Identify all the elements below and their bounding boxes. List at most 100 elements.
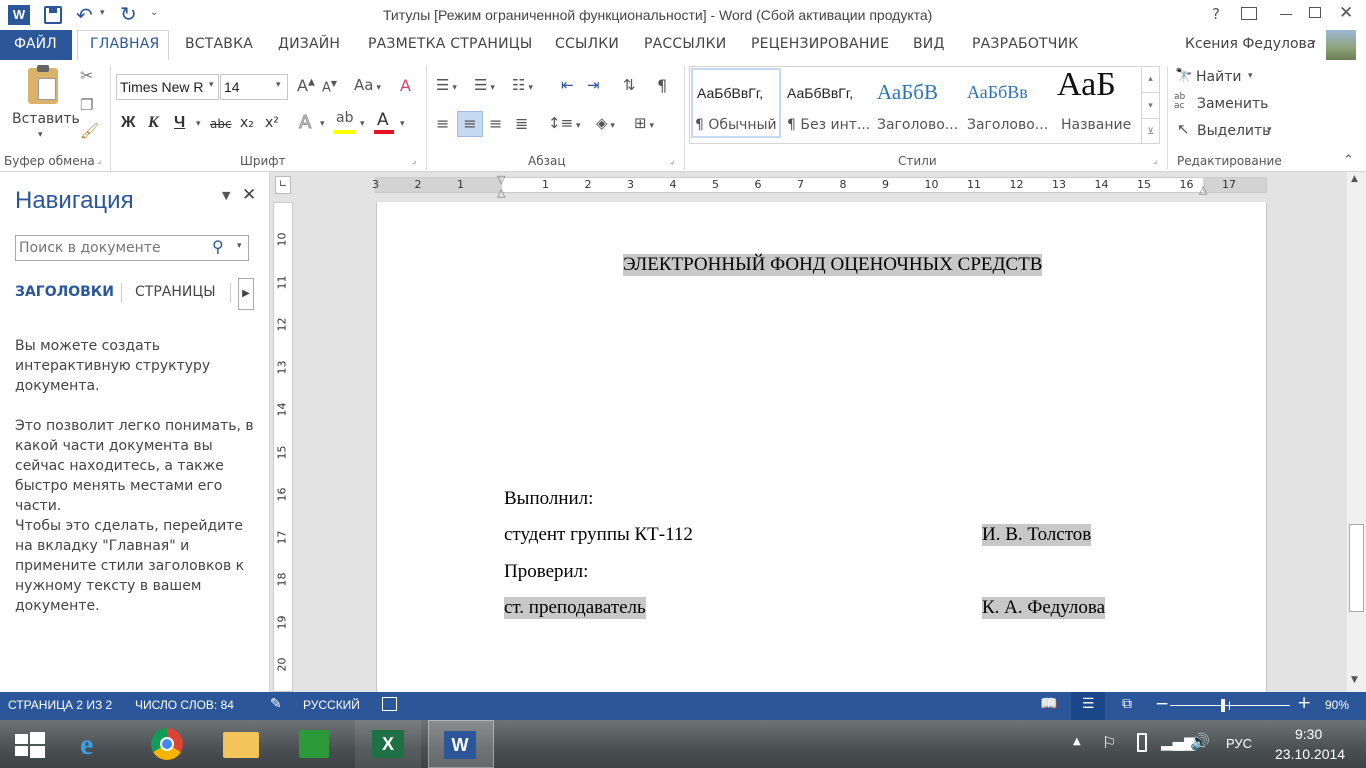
select-button[interactable]: Выделить <box>1197 123 1270 139</box>
zoom-level[interactable]: 90% <box>1325 698 1349 712</box>
sort-icon[interactable]: ⇅ <box>623 76 636 94</box>
tab-home[interactable]: ГЛАВНАЯ <box>90 36 159 52</box>
taskbar-store[interactable] <box>282 720 348 768</box>
clock-time[interactable]: 9:30 <box>1295 726 1322 742</box>
highlight-dropdown-icon[interactable]: ▾ <box>360 119 365 129</box>
redo-icon[interactable]: ↻ <box>120 2 137 26</box>
line-spacing-icon[interactable]: ↕≡ ▾ <box>548 114 581 132</box>
find-dropdown-icon[interactable]: ▾ <box>1248 71 1253 81</box>
replace-icon[interactable]: ab ac <box>1174 93 1185 111</box>
change-case-icon[interactable]: Aa ▾ <box>354 76 381 94</box>
styles-scroll-down-icon[interactable]: ▾ <box>1141 92 1159 118</box>
restore-icon[interactable] <box>1309 7 1321 18</box>
battery-icon[interactable] <box>1137 733 1147 752</box>
find-button[interactable]: Найти <box>1196 69 1241 85</box>
scroll-thumb[interactable] <box>1349 524 1364 612</box>
style-heading2[interactable]: АаБбВв Заголово... <box>963 68 1053 138</box>
minimize-icon[interactable] <box>1280 14 1292 15</box>
show-hidden-icons-icon[interactable]: ▲ <box>1073 736 1081 747</box>
tab-view[interactable]: ВИД <box>913 36 945 52</box>
clipboard-launcher-icon[interactable]: ⌟ <box>97 156 101 166</box>
paste-button-label[interactable]: Вставить <box>12 111 80 127</box>
zoom-out-icon[interactable]: − <box>1155 694 1169 714</box>
macro-record-icon[interactable] <box>382 697 397 711</box>
align-right-icon[interactable]: ≡ <box>489 114 502 133</box>
tab-pages[interactable]: СТРАНИЦЫ <box>135 284 216 300</box>
font-color-icon[interactable]: A <box>377 110 389 130</box>
nav-search-box[interactable]: ⚲ ▾ <box>15 235 249 261</box>
bullets-icon[interactable]: ☰ ▾ <box>436 76 457 94</box>
multilevel-list-icon[interactable]: ☷ ▾ <box>512 76 533 94</box>
web-layout-icon[interactable]: ⧉ <box>1122 696 1132 712</box>
align-left-icon[interactable]: ≡ <box>436 114 449 133</box>
taskbar-excel[interactable]: X <box>355 720 421 768</box>
checked-label[interactable]: Проверил: <box>504 561 588 583</box>
highlight-icon[interactable]: ab <box>336 110 353 126</box>
action-center-icon[interactable]: ⚐ <box>1102 733 1116 752</box>
tab-insert[interactable]: ВСТАВКА <box>185 36 253 52</box>
tab-headings[interactable]: ЗАГОЛОВКИ <box>15 284 114 300</box>
print-layout-icon[interactable]: ☰ <box>1071 692 1105 720</box>
subscript-button[interactable]: x₂ <box>240 115 254 131</box>
shading-icon[interactable]: ◈ ▾ <box>596 114 615 132</box>
search-input[interactable] <box>16 236 206 260</box>
styles-more-icon[interactable]: ⊻ <box>1141 118 1159 144</box>
font-launcher-icon[interactable]: ⌟ <box>412 156 416 166</box>
undo-icon[interactable]: ↶ <box>76 3 93 27</box>
avatar[interactable] <box>1326 30 1356 60</box>
read-mode-icon[interactable]: 📖 <box>1040 696 1057 712</box>
paste-dropdown-icon[interactable]: ▾ <box>38 130 43 140</box>
nav-tabs-next-icon[interactable]: ▶ <box>238 278 254 310</box>
font-size-dropdown-icon[interactable]: ▾ <box>276 80 281 90</box>
tab-review[interactable]: РЕЦЕНЗИРОВАНИЕ <box>751 36 889 52</box>
underline-button[interactable]: Ч <box>174 114 185 132</box>
taskbar-chrome[interactable] <box>136 720 202 768</box>
word-count[interactable]: ЧИСЛО СЛОВ: 84 <box>135 698 234 712</box>
right-indent-marker[interactable]: △ <box>1199 183 1207 196</box>
styles-scroll-up-icon[interactable]: ▴ <box>1141 66 1159 92</box>
style-normal[interactable]: АаБбВвГг, ¶ Обычный <box>691 68 781 138</box>
taskbar-word[interactable]: W <box>428 720 494 768</box>
styles-launcher-icon[interactable]: ⌟ <box>1153 156 1157 166</box>
superscript-button[interactable]: x² <box>265 115 279 131</box>
user-dropdown-icon[interactable]: ▾ <box>1311 38 1316 48</box>
increase-indent-icon[interactable]: ⇥ <box>587 76 600 94</box>
taskbar-explorer[interactable] <box>209 720 275 768</box>
italic-button[interactable]: К <box>148 114 159 132</box>
copy-icon[interactable]: ❐ <box>80 96 93 114</box>
clear-formatting-icon[interactable]: A <box>400 76 411 95</box>
font-name-input[interactable]: Times New R <box>116 74 219 100</box>
student-group-text[interactable]: студент группы КТ-112 <box>504 524 693 546</box>
word-logo-icon[interactable]: W <box>8 5 30 25</box>
performed-label[interactable]: Выполнил: <box>504 488 593 510</box>
search-icon[interactable]: ⚲ <box>212 237 224 256</box>
page[interactable]: ЭЛЕКТРОННЫЙ ФОНД ОЦЕНОЧНЫХ СРЕДСТВ Выпол… <box>376 202 1267 692</box>
find-icon[interactable]: 🔭 <box>1175 68 1192 84</box>
customize-qat-icon[interactable]: ⌄ <box>150 7 158 18</box>
font-name-dropdown-icon[interactable]: ▾ <box>209 80 214 90</box>
search-dropdown-icon[interactable]: ▾ <box>237 241 242 251</box>
vertical-scrollbar[interactable]: ▲ ▼ <box>1347 172 1366 692</box>
text-effects-dropdown-icon[interactable]: ▾ <box>320 119 325 129</box>
zoom-slider-thumb[interactable] <box>1221 699 1226 712</box>
zoom-in-icon[interactable]: + <box>1297 693 1311 713</box>
style-title[interactable]: АаБ Название <box>1053 66 1143 138</box>
numbering-icon[interactable]: ☰ ▾ <box>474 76 495 94</box>
nav-options-dropdown-icon[interactable]: ▼ <box>222 189 230 202</box>
input-language[interactable]: РУС <box>1226 736 1252 751</box>
help-icon[interactable]: ? <box>1212 5 1220 23</box>
horizontal-ruler[interactable]: 3 2 1 1 2 3 4 5 6 7 8 9 10 11 12 13 14 15 16 17 <box>372 177 1267 193</box>
format-painter-icon[interactable]: 🖌 <box>80 122 99 140</box>
volume-icon[interactable]: 🔊 <box>1190 732 1210 751</box>
underline-dropdown-icon[interactable]: ▾ <box>196 119 201 129</box>
justify-icon[interactable]: ≣ <box>515 114 528 133</box>
document-heading[interactable]: ЭЛЕКТРОННЫЙ ФОНД ОЦЕНОЧНЫХ СРЕДСТВ <box>623 254 1043 276</box>
save-icon[interactable] <box>44 6 62 24</box>
taskbar-ie[interactable]: e <box>63 720 129 768</box>
cut-icon[interactable]: ✂ <box>80 66 93 85</box>
scroll-up-icon[interactable]: ▲ <box>1351 174 1358 184</box>
ribbon-display-icon[interactable] <box>1241 7 1257 20</box>
borders-icon[interactable]: ⊞ ▾ <box>634 114 654 132</box>
collapse-ribbon-icon[interactable]: ⌃ <box>1343 153 1354 168</box>
proofing-icon[interactable]: ✎ <box>270 696 282 712</box>
